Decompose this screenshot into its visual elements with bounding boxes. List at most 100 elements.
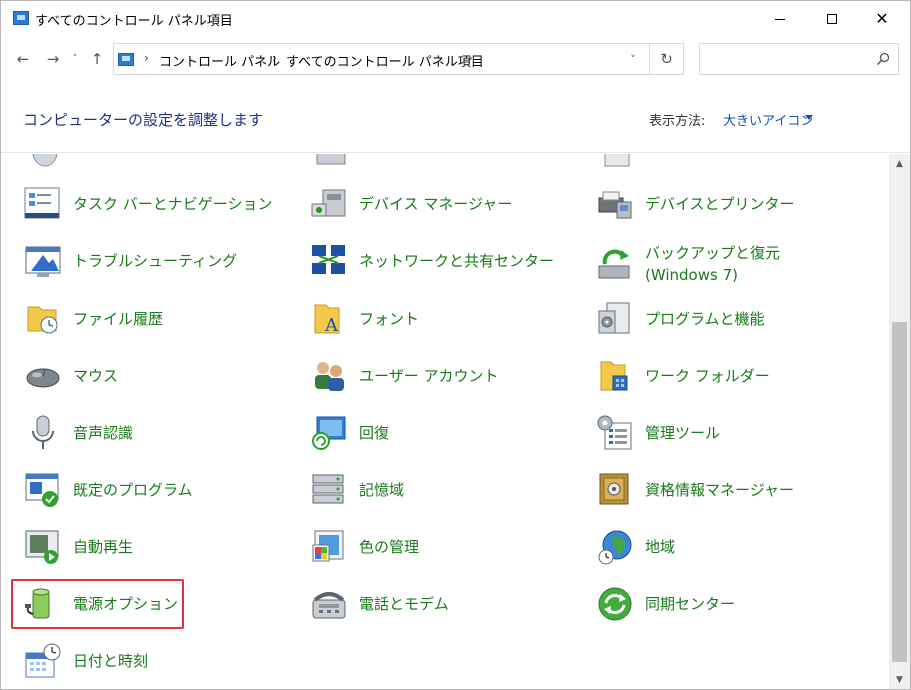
partial-item-icon	[604, 154, 630, 167]
item-region[interactable]: 地域	[595, 527, 675, 567]
up-button[interactable]: ↑	[87, 49, 107, 69]
view-by-label: 表示方法:	[649, 114, 706, 129]
refresh-icon: ↻	[660, 50, 673, 68]
autoplay-icon	[25, 530, 59, 564]
item-file-history[interactable]: ファイル履歴	[23, 299, 163, 339]
breadcrumb-all-items[interactable]: すべてのコントロール パネル項目	[286, 51, 484, 70]
devices-printers-icon	[598, 191, 632, 219]
item-autoplay[interactable]: 自動再生	[23, 527, 133, 567]
mouse-icon	[26, 368, 60, 388]
recovery-icon	[312, 416, 346, 450]
search-input[interactable]	[699, 43, 899, 75]
item-mouse[interactable]: マウス	[23, 356, 118, 396]
control-panel-app-icon	[13, 11, 29, 25]
item-troubleshooting[interactable]: トラブルシューティング	[23, 241, 237, 281]
chevron-down-icon: ˅	[72, 54, 78, 64]
address-bar[interactable]: › コントロール パネル › すべてのコントロール パネル項目 › ˅ ↻	[113, 43, 684, 75]
arrow-right-icon: →	[46, 50, 60, 68]
title-bar: すべてのコントロール パネル項目 ✕	[1, 1, 910, 37]
chevron-down-icon: ˅	[630, 52, 636, 66]
vertical-scrollbar[interactable]: ▲ ▼	[889, 154, 910, 689]
item-taskbar-navigation[interactable]: タスク バーとナビゲーション	[23, 184, 272, 224]
close-button[interactable]: ✕	[859, 1, 905, 37]
region-icon	[598, 530, 632, 565]
item-speech-recognition[interactable]: 音声認識	[23, 413, 133, 453]
item-phone-modem[interactable]: 電話とモデム	[309, 584, 449, 624]
item-label: ファイル履歴	[73, 310, 164, 328]
backup-icon	[598, 249, 630, 279]
maximize-icon	[827, 14, 837, 24]
item-label: ワーク フォルダー	[645, 367, 770, 385]
fonts-icon: A	[314, 304, 340, 336]
item-credential-manager[interactable]: 資格情報マネージャー	[595, 470, 794, 510]
item-default-programs[interactable]: 既定のプログラム	[23, 470, 193, 510]
window-title: すべてのコントロール パネル項目	[35, 14, 233, 29]
item-storage-spaces[interactable]: 記憶域	[309, 470, 404, 510]
scroll-thumb[interactable]	[892, 322, 907, 662]
navigation-bar: ← → ˅ ↑ › コントロール パネル › すべてのコントロール パネル項目 …	[1, 41, 910, 77]
item-work-folders[interactable]: ワーク フォルダー	[595, 356, 770, 396]
breadcrumb-separator: ›	[144, 51, 149, 65]
recent-locations-button[interactable]: ˅	[69, 49, 81, 69]
view-by-dropdown[interactable]: 大きいアイコン	[723, 110, 813, 129]
forward-button[interactable]: →	[43, 49, 63, 69]
control-panel-window: すべてのコントロール パネル項目 ✕ ← → ˅ ↑ › コントロール パネル …	[0, 0, 911, 690]
breadcrumb-separator[interactable]: ›	[272, 51, 277, 65]
breadcrumb-control-panel[interactable]: コントロール パネル	[159, 51, 280, 70]
item-label: デバイスとプリンター	[645, 195, 795, 213]
item-label: ネットワークと共有センター	[359, 252, 555, 270]
item-label: フォント	[359, 310, 420, 328]
item-color-management[interactable]: 色の管理	[309, 527, 419, 567]
item-label: 記憶域	[359, 481, 405, 499]
caret-down-icon[interactable]	[805, 115, 813, 120]
default-programs-icon	[25, 473, 59, 507]
date-time-icon	[25, 643, 61, 678]
item-programs-features[interactable]: プログラムと機能	[595, 299, 765, 339]
network-icon	[312, 245, 345, 274]
scroll-up-button[interactable]: ▲	[889, 154, 910, 174]
breadcrumb-separator[interactable]: ›	[468, 51, 473, 65]
partial-item-icon	[316, 154, 346, 165]
item-device-manager[interactable]: デバイス マネージャー	[309, 184, 512, 224]
triangle-down-icon: ▼	[896, 675, 903, 685]
scroll-down-button[interactable]: ▼	[889, 670, 910, 689]
item-sync-center[interactable]: 同期センター	[595, 584, 735, 624]
back-button[interactable]: ←	[13, 49, 33, 69]
taskbar-icon	[24, 187, 60, 219]
maximize-button[interactable]	[809, 1, 855, 37]
item-label: バックアップと復元 (Windows 7)	[645, 244, 781, 284]
minimize-icon	[775, 18, 785, 20]
user-accounts-icon	[315, 362, 344, 391]
item-label: トラブルシューティング	[73, 252, 238, 270]
item-devices-printers[interactable]: デバイスとプリンター	[595, 184, 795, 224]
close-icon: ✕	[875, 9, 889, 28]
item-label: デバイス マネージャー	[359, 195, 513, 213]
item-backup-restore[interactable]: バックアップと復元 (Windows 7)	[595, 241, 855, 287]
device-manager-icon	[311, 189, 346, 217]
minimize-button[interactable]	[757, 1, 803, 37]
work-folders-icon	[600, 361, 628, 391]
item-date-time[interactable]: 日付と時刻	[23, 641, 148, 681]
item-label: プログラムと機能	[645, 310, 765, 328]
item-label: 既定のプログラム	[73, 481, 193, 499]
admin-tools-icon	[597, 415, 632, 450]
item-label: 回復	[359, 424, 390, 442]
item-admin-tools[interactable]: 管理ツール	[595, 413, 720, 453]
selection-highlight	[11, 579, 184, 629]
item-label: ユーザー アカウント	[359, 367, 499, 385]
item-fonts[interactable]: A フォント	[309, 299, 419, 339]
item-user-accounts[interactable]: ユーザー アカウント	[309, 356, 498, 396]
item-recovery[interactable]: 回復	[309, 413, 389, 453]
item-label: タスク バーとナビゲーション	[73, 195, 273, 213]
arrow-left-icon: ←	[16, 50, 30, 68]
control-panel-location-icon	[118, 53, 134, 66]
storage-icon	[312, 474, 344, 504]
programs-icon	[598, 302, 630, 334]
microphone-icon	[32, 415, 54, 449]
refresh-button[interactable]: ↻	[649, 44, 683, 74]
item-network-sharing[interactable]: ネットワークと共有センター	[309, 241, 554, 281]
address-history-dropdown[interactable]: ˅	[619, 44, 647, 74]
svg-text:A: A	[324, 315, 339, 336]
item-label: 音声認識	[73, 424, 134, 442]
item-label: 資格情報マネージャー	[645, 481, 794, 499]
